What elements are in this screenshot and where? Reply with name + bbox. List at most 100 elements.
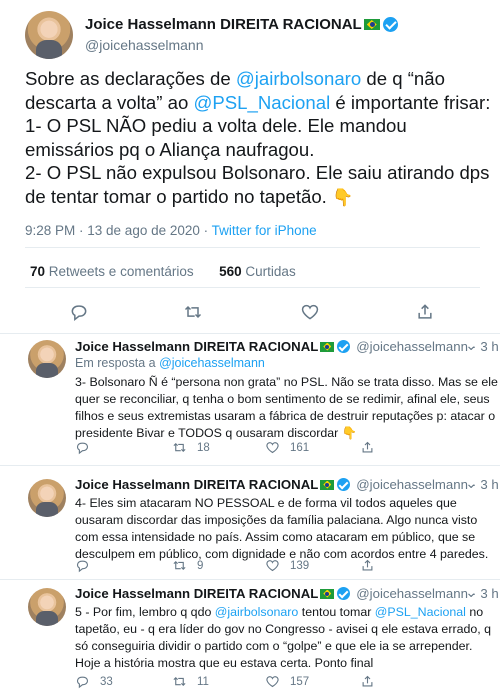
author-name[interactable]: Joice Hasselmann DIREITA RACIONAL: [85, 16, 362, 33]
reply-header: Joice Hasselmann DIREITA RACIONAL @joice…: [75, 586, 499, 601]
author-name[interactable]: Joice Hasselmann DIREITA RACIONAL: [75, 586, 318, 601]
author-name[interactable]: Joice Hasselmann DIREITA RACIONAL: [75, 477, 318, 492]
retweet-icon[interactable]: [183, 302, 203, 322]
main-tweet: Joice Hasselmann DIREITA RACIONAL @joice…: [0, 0, 500, 335]
retweet-icon: [173, 676, 186, 687]
verified-icon: [337, 587, 351, 600]
author-handle[interactable]: @joicehasselmann: [356, 339, 468, 354]
like-action[interactable]: 157: [265, 674, 309, 689]
like-count: 161: [290, 441, 310, 454]
author-handle[interactable]: @joicehasselmann: [85, 37, 204, 53]
share-icon: [362, 441, 373, 453]
reply-text: 5 - Por fim, lembro q qdo @jairbolsonaro…: [75, 604, 491, 672]
share-action[interactable]: [360, 674, 385, 689]
tweet-stats: 70 Retweets e comentários 560 Curtidas: [30, 264, 296, 279]
reply-time[interactable]: 3 h: [480, 477, 498, 492]
avatar[interactable]: [28, 588, 66, 626]
mention-link[interactable]: @PSL_Nacional: [375, 605, 466, 619]
like-count: 157: [290, 675, 310, 688]
source-link[interactable]: Twitter for iPhone: [212, 223, 317, 238]
like-action[interactable]: 161: [265, 440, 309, 455]
reply-icon: [76, 442, 89, 455]
reply-action[interactable]: [75, 558, 100, 573]
likes-stat[interactable]: 560 Curtidas: [219, 264, 296, 279]
like-icon: [266, 560, 279, 572]
text-segment: de q “não: [361, 68, 445, 89]
text-line: 1- O PSL NÃO pediu a volta dele. Ele man…: [25, 115, 407, 136]
author-name[interactable]: Joice Hasselmann DIREITA RACIONAL: [75, 339, 318, 354]
reply-tweet[interactable]: Joice Hasselmann DIREITA RACIONAL @joice…: [0, 334, 500, 464]
chevron-down-icon[interactable]: ⌄: [465, 584, 478, 601]
reply-icon[interactable]: [69, 302, 89, 322]
reply-time[interactable]: 3 h: [480, 339, 498, 354]
author-handle[interactable]: @joicehasselmann: [356, 586, 468, 601]
reply-text: 4- Eles sim atacaram NO PESSOAL e de for…: [75, 495, 490, 563]
text-line: quer se reconciliar, q tenha o bom senti…: [75, 392, 490, 406]
text-segment: é importante frisar:: [330, 91, 491, 113]
mention-link[interactable]: @jairbolsonaro: [236, 68, 361, 89]
like-count: 139: [290, 559, 310, 572]
verified-icon: [337, 478, 351, 491]
author-name-line[interactable]: Joice Hasselmann DIREITA RACIONAL: [85, 16, 398, 33]
author-handle[interactable]: @joicehasselmann: [356, 477, 468, 492]
text-line: emissários pq o Aliança naufragou.: [25, 138, 315, 160]
retweet-action[interactable]: 9: [172, 558, 203, 573]
text-segment: Sobre as declarações de: [25, 68, 236, 89]
retweet-count: 18: [197, 441, 210, 454]
reply-text: 3- Bolsonaro Ñ é “persona non grata” no …: [75, 374, 498, 442]
tweet-meta: 9:28 PM · 13 de ago de 2020 · Twitter fo…: [25, 223, 317, 238]
avatar[interactable]: [25, 11, 73, 59]
divider: [25, 247, 480, 248]
retweet-action[interactable]: 11: [172, 674, 209, 689]
reply-header: Joice Hasselmann DIREITA RACIONAL @joice…: [75, 477, 499, 492]
text-segment: no: [465, 605, 484, 619]
like-icon[interactable]: [300, 302, 320, 322]
reply-tweet[interactable]: Joice Hasselmann DIREITA RACIONAL @joice…: [0, 580, 500, 699]
like-action[interactable]: 139: [265, 558, 309, 573]
text-segment: de tentar tomar o partido no tapetão.: [25, 185, 332, 207]
retweet-icon: [173, 442, 186, 453]
reply-tweet[interactable]: Joice Hasselmann DIREITA RACIONAL @joice…: [0, 466, 500, 578]
reply-actions: 33 11 157: [75, 674, 435, 692]
share-icon: [362, 559, 373, 571]
reply-icon: [76, 676, 89, 689]
share-icon[interactable]: [415, 302, 435, 322]
reply-action[interactable]: [75, 440, 100, 455]
verified-icon: [382, 17, 398, 32]
share-action[interactable]: [360, 440, 385, 455]
text-line: 4- Eles sim atacaram NO PESSOAL e de for…: [75, 496, 457, 510]
retweet-count: 11: [197, 675, 209, 688]
chevron-down-icon[interactable]: ⌄: [465, 475, 478, 492]
avatar[interactable]: [28, 340, 66, 378]
text-line: só conseguiria dividir o partido com o “…: [75, 639, 473, 653]
retweet-count: 9: [197, 559, 204, 572]
text-segment: descarta a volta” ao: [25, 91, 194, 113]
tweet-actions: [0, 295, 500, 329]
reply-time[interactable]: 3 h: [480, 586, 498, 601]
share-action[interactable]: [360, 558, 385, 573]
reply-icon: [76, 560, 89, 573]
text-line: Hoje a história mostra que eu estava cer…: [75, 656, 374, 670]
text-line: com essa intensidade no país. Assim como…: [75, 530, 476, 544]
reply-header: Joice Hasselmann DIREITA RACIONAL @joice…: [75, 339, 499, 354]
retweets-stat[interactable]: 70 Retweets e comentários: [30, 264, 194, 279]
mention-link[interactable]: @PSL_Nacional: [193, 92, 330, 113]
retweets-count: 70: [30, 264, 46, 279]
text-line: 2- O PSL não expulsou Bolsonaro. Ele sai…: [25, 162, 490, 183]
in-reply-to: Em resposta a @joicehasselmann: [75, 356, 265, 370]
mention-link[interactable]: @jairbolsonaro: [215, 605, 299, 619]
avatar[interactable]: [28, 479, 66, 517]
brazil-flag-icon: [363, 19, 380, 30]
retweet-action[interactable]: 18: [172, 440, 210, 455]
reply-action[interactable]: 33: [75, 674, 113, 689]
brazil-flag-icon: [320, 588, 335, 599]
text-segment: 5 - Por fim, lembro q qdo: [75, 605, 215, 619]
verified-icon: [337, 340, 351, 353]
likes-label: Curtidas: [241, 264, 296, 279]
timestamp[interactable]: 9:28 PM · 13 de ago de 2020 ·: [25, 223, 212, 238]
mention-link[interactable]: @joicehasselmann: [159, 356, 265, 370]
brazil-flag-icon: [320, 341, 335, 352]
chevron-down-icon[interactable]: ⌄: [465, 337, 478, 354]
tweet-text: Sobre as declarações de @jairbolsonaro d…: [25, 67, 495, 209]
text-segment: tentou tomar: [298, 605, 375, 619]
